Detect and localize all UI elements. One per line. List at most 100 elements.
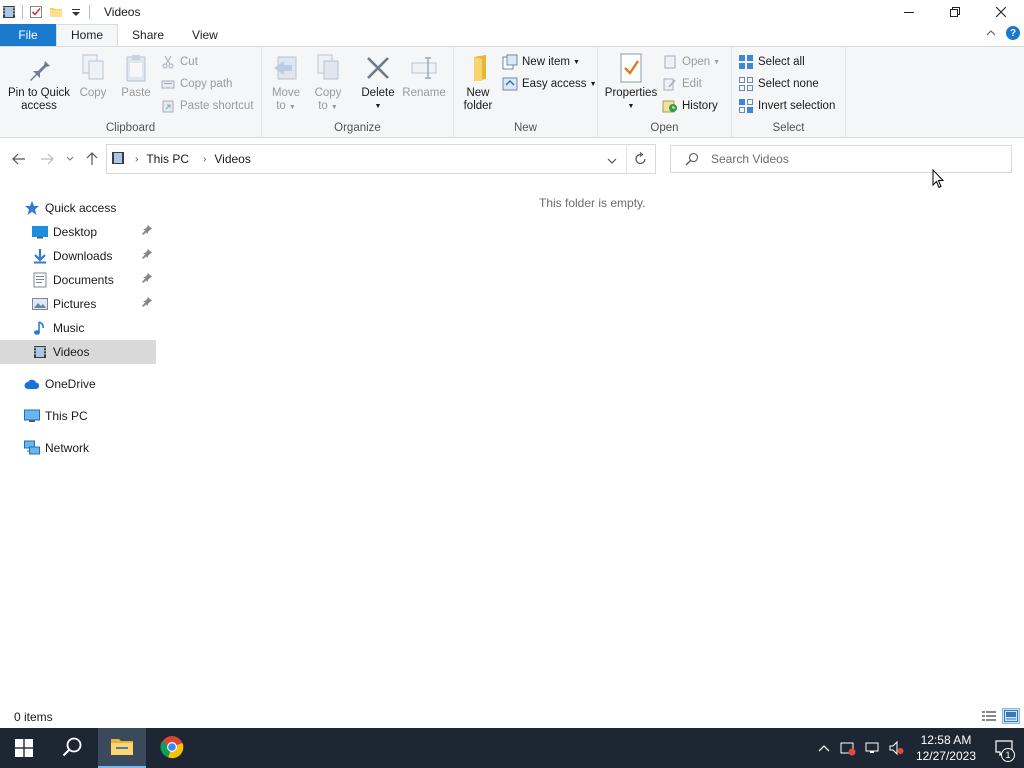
tab-share[interactable]: Share	[118, 24, 178, 46]
pin-icon[interactable]	[142, 249, 152, 262]
copy-icon	[77, 51, 109, 85]
cut-button[interactable]: Cut	[160, 52, 198, 72]
taskbar: 12:58 AM 12/27/2023 1	[0, 728, 1024, 768]
copy-path-button[interactable]: Copy path	[160, 74, 232, 94]
history-button[interactable]: History	[662, 96, 718, 116]
refresh-icon[interactable]	[635, 152, 647, 169]
paste-button[interactable]: Paste	[118, 51, 154, 100]
rename-button[interactable]: Rename	[402, 51, 446, 100]
large-icons-view-button[interactable]	[1002, 708, 1020, 724]
address-bar[interactable]: › This PC › Videos	[106, 144, 656, 174]
new-folder-button[interactable]: New folder	[460, 51, 496, 113]
properties-button[interactable]: Properties ▼	[604, 51, 658, 113]
clipboard-group: Pin to Quick access Copy Paste Cut Copy …	[0, 47, 262, 137]
security-icon[interactable]	[836, 728, 860, 768]
up-button[interactable]	[83, 150, 101, 168]
volume-muted-icon[interactable]	[884, 728, 908, 768]
open-icon	[662, 54, 678, 70]
select-all-icon	[738, 54, 754, 70]
nav-onedrive[interactable]: OneDrive	[0, 372, 156, 396]
file-explorer-taskbar-button[interactable]	[98, 728, 146, 768]
chrome-taskbar-button[interactable]	[148, 728, 196, 768]
nav-item-downloads[interactable]: Downloads	[0, 244, 156, 268]
copy-button[interactable]: Copy	[76, 51, 110, 100]
nav-item-pictures[interactable]: Pictures	[0, 292, 156, 316]
select-none-icon	[738, 76, 754, 92]
forward-button[interactable]	[38, 150, 56, 168]
nav-network[interactable]: Network	[0, 436, 156, 460]
group-label: Clipboard	[105, 122, 156, 134]
invert-selection-icon	[738, 98, 754, 114]
search-icon	[62, 737, 82, 760]
music-icon	[32, 320, 48, 336]
pin-icon[interactable]	[142, 273, 152, 286]
videos-folder-icon	[111, 151, 127, 167]
back-button[interactable]	[10, 150, 28, 168]
paste-shortcut-icon	[160, 98, 176, 114]
breadcrumb-videos[interactable]: Videos	[214, 152, 250, 166]
network-icon[interactable]	[860, 728, 884, 768]
edit-button[interactable]: Edit	[662, 74, 702, 94]
divider	[89, 5, 90, 19]
select-all-button[interactable]: Select all	[738, 52, 805, 72]
clock[interactable]: 12:58 AM 12/27/2023	[908, 732, 984, 764]
invert-selection-button[interactable]: Invert selection	[738, 96, 835, 116]
new-group: New folder New item ▼ Easy access ▼ New	[454, 47, 598, 137]
easy-access-icon	[502, 76, 518, 92]
mouse-cursor-icon	[932, 168, 945, 192]
pin-icon[interactable]	[142, 297, 152, 310]
easy-access-button[interactable]: Easy access ▼	[502, 74, 597, 94]
tab-file[interactable]: File	[0, 24, 56, 46]
nav-item-music[interactable]: Music	[0, 316, 156, 340]
pin-icon	[23, 51, 55, 85]
restore-button[interactable]	[932, 0, 978, 24]
minimize-button[interactable]	[886, 0, 932, 24]
notifications-icon[interactable]: 1	[984, 728, 1024, 768]
tab-home[interactable]: Home	[56, 24, 119, 46]
nav-item-documents[interactable]: Documents	[0, 268, 156, 292]
recent-locations-dropdown[interactable]	[63, 150, 77, 168]
nav-this-pc[interactable]: This PC	[0, 404, 156, 428]
new-folder-icon[interactable]	[49, 5, 63, 19]
search-button[interactable]	[48, 728, 96, 768]
divider	[22, 5, 23, 19]
chevron-up-icon[interactable]	[812, 728, 836, 768]
delete-button[interactable]: Delete ▼	[358, 51, 398, 113]
nav-item-desktop[interactable]: Desktop	[0, 220, 156, 244]
new-item-button[interactable]: New item ▼	[502, 52, 580, 72]
paste-shortcut-button[interactable]: Paste shortcut	[160, 96, 254, 116]
move-to-button[interactable]: Move to ▼	[268, 51, 304, 114]
properties-check-icon[interactable]	[29, 5, 43, 19]
close-button[interactable]	[978, 0, 1024, 24]
organize-group: Move to ▼ Copy to ▼ Delete ▼ Rename Organi…	[262, 47, 454, 137]
open-button[interactable]: Open ▼	[662, 52, 720, 72]
nav-item-videos[interactable]: Videos	[0, 340, 156, 364]
group-label: New	[513, 122, 537, 134]
address-dropdown-icon[interactable]	[607, 154, 617, 168]
videos-icon	[32, 344, 48, 360]
start-button[interactable]	[0, 728, 48, 768]
status-bar: 0 items	[0, 706, 1024, 728]
empty-folder-message: This folder is empty.	[539, 196, 646, 210]
pin-icon[interactable]	[142, 225, 152, 238]
customize-dropdown-icon[interactable]	[69, 5, 83, 19]
collapse-ribbon-icon[interactable]	[986, 26, 996, 40]
breadcrumb-chevron-icon[interactable]: ›	[203, 154, 206, 165]
help-icon[interactable]: ?	[1006, 26, 1020, 40]
breadcrumb-chevron-icon[interactable]: ›	[135, 154, 138, 165]
copy-path-icon	[160, 76, 176, 92]
navigation-bar: › This PC › Videos	[0, 144, 1024, 174]
details-view-button[interactable]	[980, 708, 998, 724]
select-none-button[interactable]: Select none	[738, 74, 819, 94]
search-input[interactable]	[711, 152, 991, 166]
new-item-icon	[502, 54, 518, 70]
open-group: Properties ▼ Open ▼ Edit History Open	[598, 47, 732, 137]
tab-view[interactable]: View	[178, 24, 232, 46]
search-box[interactable]	[670, 145, 1012, 173]
videos-folder-icon[interactable]	[2, 5, 16, 19]
nav-quick-access[interactable]: Quick access	[0, 196, 156, 220]
pin-to-quick-access-button[interactable]: Pin to Quick access	[6, 51, 72, 113]
copy-to-button[interactable]: Copy to ▼	[310, 51, 346, 114]
breadcrumb-this-pc[interactable]: This PC	[146, 152, 189, 166]
clock-time: 12:58 AM	[920, 733, 972, 747]
